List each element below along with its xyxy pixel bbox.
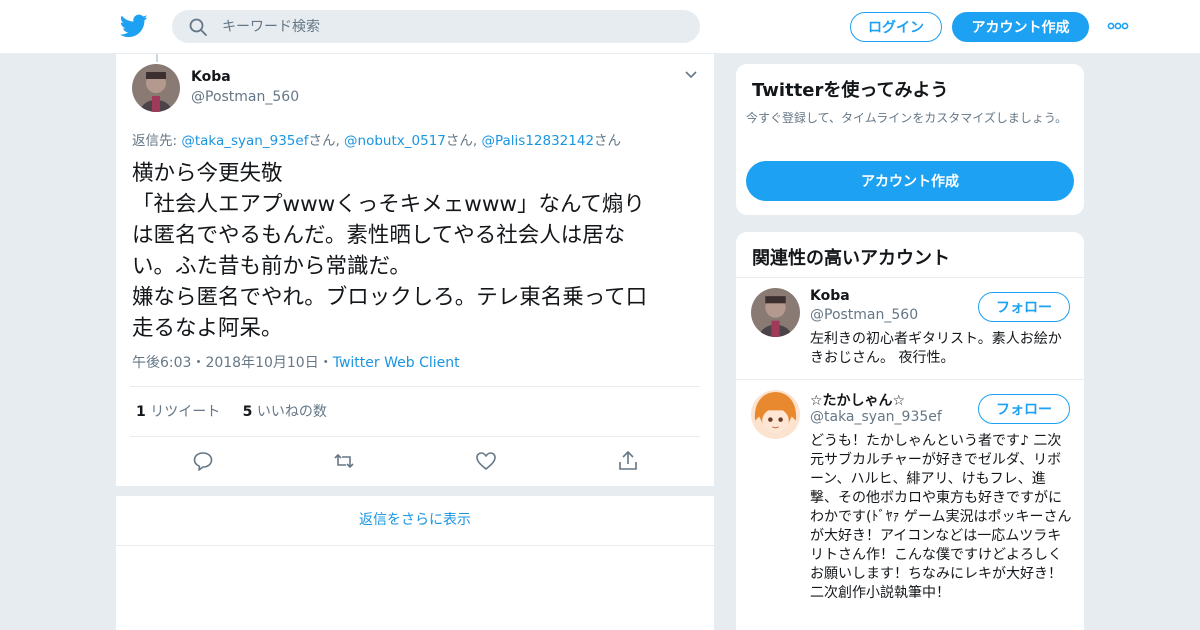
related-account-item[interactable]: ☆たかしゃん☆ @taka_syan_935ef フォロー どうも！たかしゃんと… [736,380,1084,630]
account-name[interactable]: ☆たかしゃん☆ [810,390,905,410]
signup-card-description: 今すぐ登録して、タイムラインをカスタマイズしましょう。 [746,111,1068,125]
follow-button[interactable]: フォロー [978,292,1070,322]
author-handle[interactable]: @Postman_560 [191,89,299,105]
tweet-date[interactable]: 2018年10月10日 [205,355,318,371]
tweet-time[interactable]: 午後6:03 [132,355,191,371]
account-handle[interactable]: @taka_syan_935ef [810,409,942,425]
meta-separator: ・ [191,355,206,371]
related-account-item[interactable]: Koba @Postman_560 フォロー 左利きの初心者ギタリスト。素人お絵… [736,278,1084,380]
account-name[interactable]: Koba [810,288,850,304]
tweet-client-link[interactable]: Twitter Web Client [333,355,460,371]
account-bio: どうも！たかしゃんという者です♪ 二次元サブカルチャーが好きでゼルダ、リボーン、… [810,433,1072,601]
retweet-count: 1 [136,404,146,420]
avatar-photo-icon [132,64,180,112]
retweet-icon[interactable] [333,450,355,472]
reply-mention-suffix: さん [594,133,622,149]
reply-to-prefix: 返信先: [132,133,182,149]
tweet-stats: 1 リツイート 5 いいねの数 [136,401,345,421]
retweet-stat[interactable]: 1 リツイート [136,404,220,420]
more-options-icon[interactable] [1107,19,1129,33]
heart-icon[interactable] [475,450,497,472]
reply-icon[interactable] [192,450,214,472]
related-accounts-card: 関連性の高いアカウント Koba @Postman_560 フォロー 左利きの初… [735,231,1085,630]
account-avatar[interactable] [751,288,800,337]
reply-mention-link[interactable]: @Palis12832142 [481,133,594,149]
meta-separator: ・ [318,355,333,371]
tweet-permalink-panel: Koba @Postman_560 返信先: @taka_syan_935efさ… [115,54,715,630]
tweet-text: 横から今更失敬 「社会人エアプwwwくっそキメェwww」なんて煽り は匿名でやる… [132,161,648,341]
account-bio: 左利きの初心者ギタリスト。素人お絵かきおじさん。 夜行性。 [810,331,1062,366]
reply-mention-link[interactable]: @taka_syan_935ef [181,133,308,149]
account-handle[interactable]: @Postman_560 [810,307,918,323]
show-more-replies-link[interactable]: 返信をさらに表示 [116,496,714,546]
chevron-down-icon[interactable] [684,70,698,80]
signup-card-title: Twitterを使ってみよう [752,80,949,101]
thread-connector-line [156,54,158,62]
search-bar [172,10,700,43]
section-separator [116,486,714,496]
reply-mention-suffix: さん, [308,133,345,149]
like-count: 5 [242,404,253,420]
retweet-label: リツイート [150,404,221,420]
search-input[interactable] [222,10,682,43]
divider [130,436,700,437]
avatar-photo-icon [751,288,800,337]
top-navigation-bar: ログイン アカウント作成 [0,0,1200,54]
tweet-metadata: 午後6:03・2018年10月10日・Twitter Web Client [132,352,460,372]
login-button[interactable]: ログイン [850,12,942,42]
related-accounts-title: 関連性の高いアカウント [752,248,950,269]
share-icon[interactable] [617,450,639,472]
signup-prompt-card: Twitterを使ってみよう 今すぐ登録して、タイムラインをカスタマイズしましょ… [735,63,1085,216]
signup-button[interactable]: アカウント作成 [952,12,1089,42]
follow-button[interactable]: フォロー [978,394,1070,424]
reply-to-line: 返信先: @taka_syan_935efさん, @nobutx_0517さん,… [132,129,621,149]
author-name[interactable]: Koba [191,69,231,85]
like-stat[interactable]: 5 いいねの数 [243,404,327,420]
search-icon [189,18,207,36]
twitter-bird-logo-icon[interactable] [120,12,148,40]
reply-mention-link[interactable]: @nobutx_0517 [344,133,446,149]
signup-card-button[interactable]: アカウント作成 [746,161,1074,201]
like-label: いいねの数 [256,404,327,420]
author-avatar[interactable] [132,64,180,112]
reply-mention-suffix: さん, [445,133,482,149]
account-avatar[interactable] [751,390,800,439]
avatar-anime-icon [751,390,800,439]
divider [130,386,700,387]
